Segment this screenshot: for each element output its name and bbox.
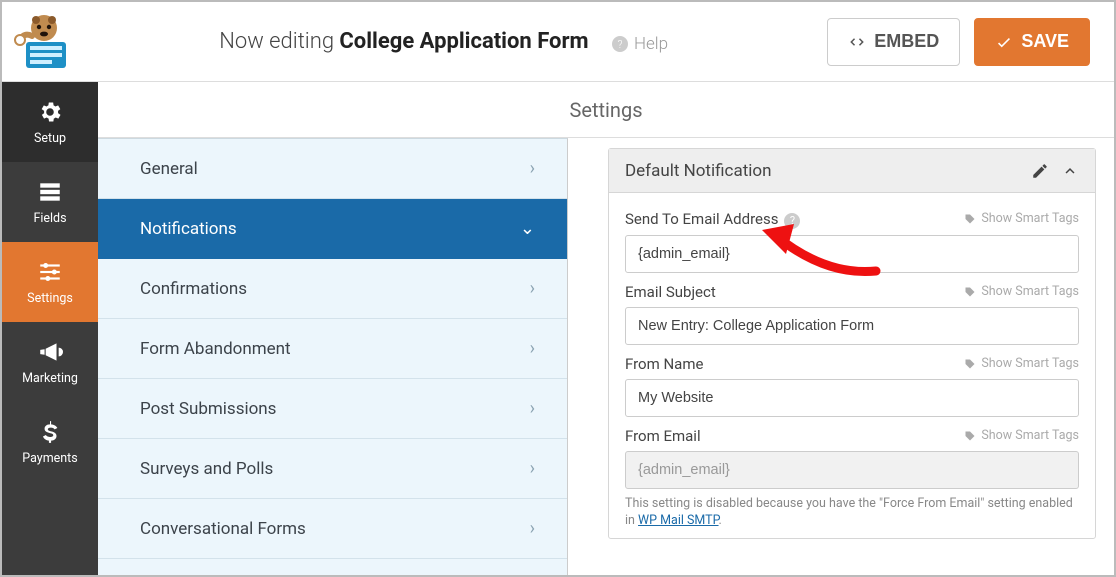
settings-item-label: Conversational Forms: [140, 519, 306, 539]
pencil-icon[interactable]: [1031, 162, 1049, 180]
card-header: Default Notification: [609, 149, 1095, 193]
settings-item-label: Surveys and Polls: [140, 459, 273, 479]
chevron-right-icon: ›: [530, 518, 535, 539]
chevron-right-icon: ›: [530, 458, 535, 479]
field-label: From Name: [625, 355, 703, 373]
sidebar-item-setup[interactable]: Setup: [2, 82, 98, 162]
sidebar-item-label: Payments: [22, 451, 77, 466]
code-icon: [848, 33, 866, 51]
sidebar-item-label: Marketing: [22, 371, 78, 386]
settings-list: General › Notifications ⌄ Confirmations …: [98, 138, 568, 575]
settings-item-abandonment[interactable]: Form Abandonment ›: [98, 319, 567, 379]
editing-prefix: Now editing: [219, 29, 339, 54]
embed-button[interactable]: EMBED: [827, 18, 960, 66]
settings-item-confirmations[interactable]: Confirmations ›: [98, 259, 567, 319]
tag-icon: [964, 213, 976, 225]
chevron-right-icon: ›: [530, 398, 535, 419]
settings-item-general[interactable]: General ›: [98, 139, 567, 199]
field-label: Send To Email Address: [625, 210, 778, 228]
app-logo: [10, 8, 78, 76]
topbar: Now editing College Application Form ? H…: [2, 2, 1114, 82]
save-label: SAVE: [1021, 31, 1069, 52]
field-subject: Email Subject Show Smart Tags: [625, 277, 1079, 345]
panel-title: Settings: [98, 82, 1114, 138]
sidebar-item-label: Fields: [33, 211, 66, 226]
chevron-right-icon: ›: [530, 158, 535, 179]
show-smart-tags[interactable]: Show Smart Tags: [964, 356, 1079, 371]
tag-icon: [964, 286, 976, 298]
send-to-input[interactable]: [625, 235, 1079, 273]
settings-item-notifications[interactable]: Notifications ⌄: [98, 199, 567, 259]
help-icon: ?: [612, 36, 628, 52]
bullhorn-icon: [37, 339, 63, 365]
sidebar: Setup Fields Settings Marketing Payments: [2, 82, 98, 575]
sidebar-item-payments[interactable]: Payments: [2, 402, 98, 482]
detail-panel: Default Notification Send To Email Addre…: [608, 138, 1114, 575]
chevron-down-icon: ⌄: [520, 218, 535, 239]
editing-title: Now editing College Application Form ? H…: [78, 29, 809, 55]
settings-item-surveys[interactable]: Surveys and Polls ›: [98, 439, 567, 499]
tag-icon: [964, 358, 976, 370]
field-label: Email Subject: [625, 283, 716, 301]
settings-item-label: General: [140, 159, 198, 179]
settings-item-conversational[interactable]: Conversational Forms ›: [98, 499, 567, 559]
check-icon: [995, 33, 1013, 51]
show-smart-tags[interactable]: Show Smart Tags: [964, 428, 1079, 443]
sidebar-item-label: Setup: [34, 131, 66, 146]
settings-item-post-submissions[interactable]: Post Submissions ›: [98, 379, 567, 439]
field-from-name: From Name Show Smart Tags: [625, 349, 1079, 417]
sliders-icon: [37, 259, 63, 285]
embed-label: EMBED: [874, 31, 939, 52]
dollar-icon: [37, 419, 63, 445]
help-label: Help: [634, 34, 668, 54]
subject-input[interactable]: [625, 307, 1079, 345]
field-from-email: From Email Show Smart Tags This setting …: [625, 421, 1079, 530]
chevron-right-icon: ›: [530, 278, 535, 299]
from-name-input[interactable]: [625, 379, 1079, 417]
form-name: College Application Form: [339, 29, 588, 54]
help-icon[interactable]: ?: [784, 213, 800, 229]
help-link[interactable]: ? Help: [606, 34, 668, 54]
column-divider: [568, 138, 608, 575]
chevron-right-icon: ›: [530, 338, 535, 359]
sidebar-item-label: Settings: [27, 291, 73, 306]
field-label: From Email: [625, 427, 701, 445]
settings-item-label: Notifications: [140, 219, 237, 239]
save-button[interactable]: SAVE: [974, 18, 1090, 66]
settings-item-label: Confirmations: [140, 279, 247, 299]
wpforms-logo-icon: [12, 10, 76, 74]
chevron-up-icon[interactable]: [1061, 162, 1079, 180]
list-icon: [37, 179, 63, 205]
show-smart-tags[interactable]: Show Smart Tags: [964, 211, 1079, 226]
card-title: Default Notification: [625, 161, 771, 181]
top-actions: EMBED SAVE: [827, 18, 1090, 66]
sidebar-item-settings[interactable]: Settings: [2, 242, 98, 322]
settings-item-label: Form Abandonment: [140, 339, 291, 359]
wp-mail-smtp-link[interactable]: WP Mail SMTP: [638, 513, 719, 528]
from-email-note: This setting is disabled because you hav…: [625, 495, 1079, 530]
gear-icon: [37, 99, 63, 125]
tag-icon: [964, 430, 976, 442]
notification-card: Default Notification Send To Email Addre…: [608, 148, 1096, 539]
from-email-input: [625, 451, 1079, 489]
sidebar-item-fields[interactable]: Fields: [2, 162, 98, 242]
sidebar-item-marketing[interactable]: Marketing: [2, 322, 98, 402]
show-smart-tags[interactable]: Show Smart Tags: [964, 284, 1079, 299]
field-send-to: Send To Email Address? Show Smart Tags: [625, 203, 1079, 273]
settings-item-label: Post Submissions: [140, 399, 276, 419]
